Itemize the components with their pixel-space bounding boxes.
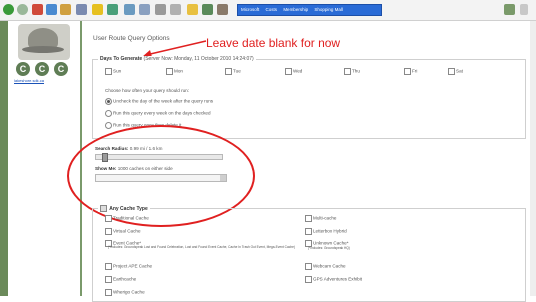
link-shopping-mall[interactable]: Shopping Mall: [311, 5, 345, 12]
day-checkbox-sun[interactable]: Sun: [105, 68, 121, 75]
cache-type-gps-adventures[interactable]: GPS Adventures Exhibit: [305, 276, 362, 283]
link-microsoft[interactable]: Microsoft: [238, 5, 261, 12]
vertical-scrollbar[interactable]: [530, 21, 536, 296]
day-checkbox-thu[interactable]: Thu: [344, 68, 360, 75]
logo-letter: C: [16, 62, 30, 76]
cache-type-webcam[interactable]: Webcam Cache: [305, 263, 346, 270]
cache-type-multi[interactable]: Multi-cache: [305, 215, 337, 222]
days-legend-title: Days To Generate: [100, 56, 143, 62]
research-icon[interactable]: [217, 4, 228, 15]
print-icon[interactable]: [155, 4, 166, 15]
server-time: (Server Now: Monday, 11 October 2010 14:…: [143, 56, 254, 62]
day-checkbox-tue[interactable]: Tue: [225, 68, 241, 75]
frequency-option-weekly[interactable]: Run this query every week on the days ch…: [105, 110, 211, 117]
tools-icon[interactable]: [504, 4, 515, 15]
any-cache-type-checkbox[interactable]: [100, 205, 107, 212]
favorites-star-icon[interactable]: [92, 4, 103, 15]
link-costs[interactable]: Costs: [263, 5, 280, 12]
cache-type-project-ape[interactable]: Project APE Cache: [105, 263, 152, 270]
cache-type-wherigo[interactable]: Wherigo Cache: [105, 289, 145, 296]
frequency-prompt: Choose how often your query should run:: [105, 88, 190, 93]
home-icon[interactable]: [60, 4, 71, 15]
refresh-icon[interactable]: [46, 4, 57, 15]
media-icon[interactable]: [107, 4, 118, 15]
links-bar: Microsoft Costs Membership Shopping Mall: [237, 4, 382, 16]
stop-icon[interactable]: [32, 4, 43, 15]
frequency-option-uncheck[interactable]: Uncheck the day of the week after the qu…: [105, 98, 213, 105]
cache-type-legend[interactable]: Any Cache Type: [98, 205, 150, 212]
search-icon[interactable]: [76, 4, 87, 15]
cache-type-event-note: (*Includes: Groundspeak Lost and Found C…: [108, 245, 295, 249]
profile-hat-image: [18, 24, 70, 60]
annotation-note: Leave date blank for now: [206, 36, 341, 50]
cache-type-letterbox[interactable]: Letterbox Hybrid: [305, 228, 347, 235]
any-cache-type-label: Any Cache Type: [109, 205, 148, 212]
more-chevron-icon[interactable]: [520, 4, 528, 15]
link-membership[interactable]: Membership: [280, 5, 310, 12]
cache-type-fieldset: [92, 208, 526, 302]
sidebar-link[interactable]: lakeshore.sdk.ca: [14, 78, 44, 83]
day-checkbox-fri[interactable]: Fri: [404, 68, 417, 75]
cache-type-virtual[interactable]: Virtual Cache: [105, 228, 141, 235]
edit-icon[interactable]: [170, 4, 181, 15]
day-checkbox-wed[interactable]: Wed: [285, 68, 302, 75]
day-checkbox-mon[interactable]: Mon: [166, 68, 183, 75]
logo-letter: C: [35, 62, 49, 76]
sidebar-stripe: [0, 21, 8, 296]
messenger-icon[interactable]: [202, 4, 213, 15]
folder-icon[interactable]: [187, 4, 198, 15]
back-icon[interactable]: [3, 4, 14, 15]
logo-letter: C: [54, 62, 68, 76]
forward-icon[interactable]: [17, 4, 28, 15]
cache-type-traditional[interactable]: Traditional Cache: [105, 215, 149, 222]
cache-type-earthcache[interactable]: Earthcache: [105, 276, 136, 283]
history-icon[interactable]: [124, 4, 135, 15]
site-logo[interactable]: C C C: [16, 62, 72, 76]
browser-toolbar: Microsoft Costs Membership Shopping Mall: [0, 0, 536, 21]
days-legend: Days To Generate (Server Now: Monday, 11…: [98, 56, 256, 62]
hat-brim: [22, 46, 64, 53]
day-checkbox-sat[interactable]: Sat: [448, 68, 463, 75]
cache-type-unknown-note: (*Includes: Groundspeak HQ): [308, 246, 350, 250]
mail-icon[interactable]: [139, 4, 150, 15]
